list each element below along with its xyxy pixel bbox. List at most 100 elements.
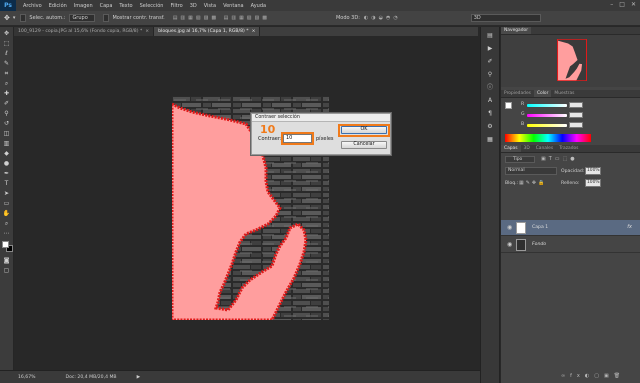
opacity-field[interactable]: 100%	[585, 167, 601, 175]
tab-100-9129[interactable]: 100_9129 - copia.JPG al 15,6% (Fondo cop…	[14, 27, 155, 36]
contract-value-input[interactable]: 10	[283, 134, 312, 143]
crop-tool-icon[interactable]: ⌗	[2, 70, 11, 77]
ok-button[interactable]: OK	[341, 126, 387, 134]
blur-tool-icon[interactable]: ◆	[2, 150, 11, 157]
maximize-icon[interactable]: □	[619, 1, 625, 8]
green-slider[interactable]	[527, 114, 567, 117]
type-tool-icon[interactable]: T	[2, 180, 11, 187]
tool-presets-icon[interactable]: ⚙	[485, 122, 495, 131]
zoom-tool-icon[interactable]: ⌕	[2, 220, 11, 227]
menu-ayuda[interactable]: Ayuda	[251, 3, 266, 9]
info-icon[interactable]: ⓘ	[485, 83, 495, 92]
quick-mask-icon[interactable]: ◙	[2, 257, 11, 264]
menu-seleccion[interactable]: Selección	[140, 3, 164, 9]
screen-mode-icon[interactable]: ▢	[2, 267, 11, 274]
green-value-field[interactable]	[569, 112, 583, 118]
eyedropper-tool-icon[interactable]: ⌕	[2, 80, 11, 87]
styles-icon[interactable]: ▦	[485, 135, 495, 144]
character-icon[interactable]: A	[485, 96, 495, 105]
opacity-label: Opacidad:	[561, 169, 585, 174]
menu-edicion[interactable]: Edición	[49, 3, 67, 9]
visibility-eye-icon[interactable]: ◉	[507, 241, 512, 248]
blend-mode-dropdown[interactable]: Normal	[505, 167, 557, 175]
clone-source-icon[interactable]: ⚲	[485, 70, 495, 79]
lasso-tool-icon[interactable]: ℓ	[2, 50, 11, 57]
tab-trazados[interactable]: Trazados	[556, 145, 581, 152]
history-brush-icon[interactable]: ↺	[2, 120, 11, 127]
tab-3d[interactable]: 3D	[521, 145, 533, 152]
menu-3d[interactable]: 3D	[190, 3, 197, 9]
tab-navegador[interactable]: Navegador	[501, 27, 532, 34]
layer-name[interactable]: Capa 1	[532, 225, 548, 230]
fx-icon[interactable]: fx	[627, 224, 632, 230]
eraser-tool-icon[interactable]: ◫	[2, 130, 11, 137]
auto-select-dropdown[interactable]: Grupo	[69, 14, 96, 22]
status-arrow-icon[interactable]: ▶	[137, 375, 141, 380]
menu-capa[interactable]: Capa	[100, 3, 113, 9]
layer-name[interactable]: Fondo	[532, 242, 546, 247]
cancel-button[interactable]: Cancelar	[341, 141, 387, 149]
menu-archivo[interactable]: Archivo	[23, 3, 42, 9]
tab-bloques[interactable]: bloques.jpg al 16,7% (Capa 1, RGB/8) * ×	[154, 27, 261, 36]
layer-action-icons[interactable]: ∞fx◐▢▣🗑	[561, 373, 625, 379]
zoom-level[interactable]: 16,67%	[18, 375, 36, 380]
3d-mode-icons[interactable]: ◐◑◒◓◔	[364, 15, 401, 21]
shape-tool-icon[interactable]: ▭	[2, 200, 11, 207]
dropdown-arrow-icon[interactable]: ▾	[13, 15, 16, 21]
layer-row-capa-1[interactable]: ◉ Capa 1 fx	[501, 220, 640, 236]
menu-ventana[interactable]: Ventana	[223, 3, 244, 9]
visibility-eye-icon[interactable]: ◉	[507, 224, 512, 231]
move-tool-icon[interactable]: ✥	[4, 14, 10, 22]
red-slider[interactable]	[527, 104, 567, 107]
marquee-tool-icon[interactable]: ⬚	[2, 40, 11, 47]
auto-select-label: Selec. autom.:	[29, 15, 66, 21]
foreground-color-swatch[interactable]	[2, 241, 9, 248]
blue-slider[interactable]	[527, 124, 567, 127]
brush-presets-icon[interactable]: ✐	[485, 57, 495, 66]
tab-canales[interactable]: Canales	[533, 145, 556, 152]
minimize-icon[interactable]: –	[610, 1, 613, 8]
close-tab-icon[interactable]: ×	[252, 29, 256, 34]
actions-icon[interactable]: ▶	[485, 44, 495, 53]
dodge-tool-icon[interactable]: ●	[2, 160, 11, 167]
quick-selection-tool-icon[interactable]: ✎	[2, 60, 11, 67]
align-icons[interactable]: ▤▥▦▧▨▩ ▤▥▦▧▨▩	[173, 15, 270, 21]
foreground-color-swatch[interactable]	[505, 102, 512, 109]
transform-controls-checkbox[interactable]	[103, 14, 110, 22]
paragraph-icon[interactable]: ¶	[485, 109, 495, 118]
pen-tool-icon[interactable]: ✒	[2, 170, 11, 177]
close-icon[interactable]: ✕	[631, 1, 636, 8]
filter-icons[interactable]: ▣T▭⬚●	[541, 156, 578, 162]
menu-vista[interactable]: Vista	[204, 3, 216, 9]
navigator-thumbnail[interactable]	[557, 39, 587, 81]
tab-capas[interactable]: Capas	[501, 145, 521, 152]
transform-controls-label: Mostrar contr. transf.	[112, 15, 165, 21]
workspace-selector[interactable]: 3D	[470, 14, 541, 22]
path-selection-icon[interactable]: ➤	[2, 190, 11, 197]
tab-muestras[interactable]: Muestras	[551, 90, 577, 97]
gradient-tool-icon[interactable]: ▥	[2, 140, 11, 147]
tab-propiedades[interactable]: Propiedades	[501, 90, 534, 97]
lock-icons[interactable]: ▦✎✥🔒	[519, 180, 546, 186]
menu-filtro[interactable]: Filtro	[170, 3, 182, 9]
menu-texto[interactable]: Texto	[119, 3, 132, 9]
color-spectrum-bar[interactable]	[505, 134, 591, 142]
move-tool-icon[interactable]: ✥	[2, 30, 11, 37]
auto-select-checkbox[interactable]	[20, 14, 27, 22]
layer-filter-dropdown[interactable]: Tipo	[505, 156, 535, 163]
history-icon[interactable]: ▤	[485, 31, 495, 40]
layer-row-fondo[interactable]: ◉ Fondo	[501, 237, 640, 253]
brush-tool-icon[interactable]: ✐	[2, 100, 11, 107]
menu-imagen[interactable]: Imagen	[74, 3, 93, 9]
close-tab-icon[interactable]: ×	[145, 29, 149, 34]
clone-stamp-icon[interactable]: ⚲	[2, 110, 11, 117]
more-tools-icon[interactable]: ⋯	[2, 230, 11, 237]
window-controls: – □ ✕	[610, 1, 636, 8]
color-swatches[interactable]	[0, 240, 14, 254]
blue-value-field[interactable]	[569, 122, 583, 128]
fill-field[interactable]: 100%	[585, 179, 601, 187]
red-value-field[interactable]	[569, 102, 583, 108]
hand-tool-icon[interactable]: ✋	[2, 210, 11, 217]
tab-color[interactable]: Color	[533, 90, 552, 97]
healing-brush-icon[interactable]: ✚	[2, 90, 11, 97]
